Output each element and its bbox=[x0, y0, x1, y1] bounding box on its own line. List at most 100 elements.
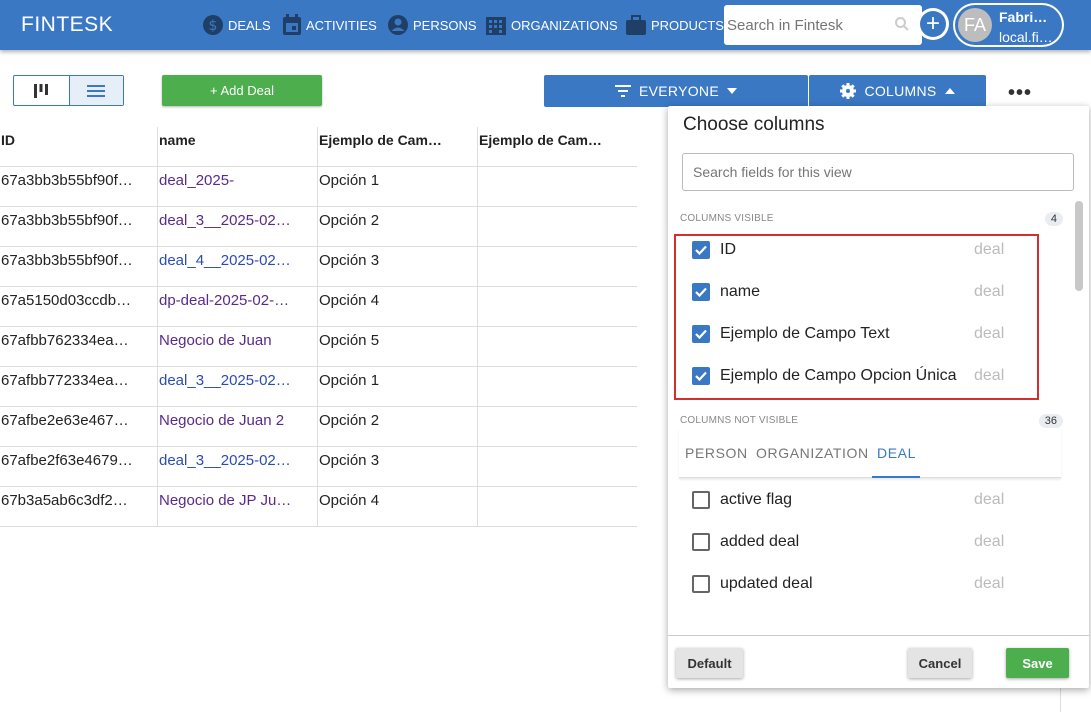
everyone-label: EVERYONE bbox=[639, 83, 719, 99]
gear-icon bbox=[840, 83, 857, 99]
nav-activities[interactable]: ACTIVITIES bbox=[282, 0, 377, 50]
panel-footer: Default Cancel Save bbox=[668, 635, 1089, 688]
brand-logo[interactable]: FINTESK bbox=[21, 13, 113, 37]
search-icon[interactable] bbox=[894, 16, 910, 32]
pipeline-view-button[interactable] bbox=[14, 76, 69, 105]
view-toggle bbox=[13, 75, 124, 106]
column-field-name: added deal bbox=[720, 533, 800, 550]
fields-search-input[interactable] bbox=[682, 153, 1074, 191]
table-cell bbox=[478, 167, 637, 206]
active-tab-indicator bbox=[872, 476, 920, 478]
save-button[interactable]: Save bbox=[1006, 648, 1069, 678]
nav-products[interactable]: PRODUCTS bbox=[625, 0, 724, 50]
deal-name-link[interactable]: deal_3__2025-02… bbox=[158, 207, 318, 246]
nav-products-label: PRODUCTS bbox=[651, 17, 724, 33]
add-deal-button[interactable]: + Add Deal bbox=[162, 75, 322, 106]
table-row[interactable]: 67afbe2e63e467… Negocio de Juan 2 Opción 2 bbox=[0, 407, 637, 447]
more-options-button[interactable]: ••• bbox=[1008, 82, 1032, 105]
panel-scrollbar-thumb[interactable] bbox=[1075, 201, 1083, 291]
table-row[interactable]: 67a3bb3b55bf90f… deal_2025- Opción 1 bbox=[0, 167, 637, 207]
nav-organizations[interactable]: ORGANIZATIONS bbox=[485, 0, 618, 50]
person-icon bbox=[388, 15, 408, 35]
columns-visible-label: COLUMNS VISIBLE bbox=[680, 213, 774, 224]
default-button[interactable]: Default bbox=[676, 648, 743, 678]
deal-name-link[interactable]: deal_3__2025-02… bbox=[158, 447, 318, 486]
column-field-type: deal bbox=[974, 367, 1005, 384]
global-search[interactable] bbox=[724, 5, 922, 45]
table-row[interactable]: 67afbb762334ea… Negocio de Juan Opción 5 bbox=[0, 327, 637, 367]
visible-column-item[interactable]: ID deal bbox=[668, 229, 1061, 271]
columns-button[interactable]: COLUMNS bbox=[809, 75, 986, 107]
nav-deals-label: DEALS bbox=[228, 17, 271, 33]
column-field-name: Ejemplo de Campo Opcion Única bbox=[720, 367, 957, 384]
hidden-column-item[interactable]: active flag deal bbox=[668, 479, 1061, 521]
checkbox-checked[interactable] bbox=[692, 283, 710, 301]
table-cell: Opción 4 bbox=[318, 487, 478, 526]
hidden-column-item[interactable]: updated deal deal bbox=[668, 563, 1061, 605]
column-field-type: deal bbox=[974, 575, 1005, 592]
visible-column-item[interactable]: Ejemplo de Campo Opcion Única deal bbox=[668, 355, 1061, 397]
cancel-button[interactable]: Cancel bbox=[908, 648, 972, 678]
table-cell: Opción 2 bbox=[318, 407, 478, 446]
table-cell: Opción 1 bbox=[318, 167, 478, 206]
table-row[interactable]: 67afbe2f63e4679… deal_3__2025-02… Opción 3 bbox=[0, 447, 637, 487]
column-header[interactable]: Ejemplo de Cam… bbox=[478, 127, 637, 166]
deal-name-link[interactable]: Negocio de JP Ju… bbox=[158, 487, 318, 526]
deal-name-link[interactable]: Negocio de Juan 2 bbox=[158, 407, 318, 446]
column-header[interactable]: Ejemplo de Cam… bbox=[318, 127, 478, 166]
checkbox-unchecked[interactable] bbox=[692, 491, 710, 509]
table-cell: Opción 2 bbox=[318, 207, 478, 246]
global-search-input[interactable] bbox=[727, 16, 887, 34]
table-cell bbox=[478, 287, 637, 326]
columns-visible-count: 4 bbox=[1044, 212, 1063, 226]
deal-name-link[interactable]: dp-deal-2025-02-… bbox=[158, 287, 318, 326]
deal-name-link[interactable]: deal_3__2025-02… bbox=[158, 367, 318, 406]
checkbox-checked[interactable] bbox=[692, 325, 710, 343]
checkbox-unchecked[interactable] bbox=[692, 575, 710, 593]
table-cell: Opción 5 bbox=[318, 327, 478, 366]
checkbox-unchecked[interactable] bbox=[692, 533, 710, 551]
columns-label: COLUMNS bbox=[864, 83, 937, 99]
check-icon bbox=[695, 371, 707, 382]
nav-activities-label: ACTIVITIES bbox=[306, 17, 377, 33]
table-row[interactable]: 67a5150d03ccdb… dp-deal-2025-02-… Opción 4 bbox=[0, 287, 637, 327]
nav-persons[interactable]: PERSONS bbox=[387, 0, 477, 50]
deal-name-link[interactable]: deal_4__2025-02… bbox=[158, 247, 318, 286]
table-cell: Opción 3 bbox=[318, 447, 478, 486]
table-cell: 67afbe2f63e4679… bbox=[0, 447, 158, 486]
column-field-type: deal bbox=[974, 283, 1005, 300]
table-cell: 67afbe2e63e467… bbox=[0, 407, 158, 446]
table-row[interactable]: 67a3bb3b55bf90f… deal_4__2025-02… Opción 3 bbox=[0, 247, 637, 287]
quick-add-button[interactable]: + bbox=[917, 8, 949, 40]
table-row[interactable]: 67b3a5ab6c3df2… Negocio de JP Ju… Opción 4 bbox=[0, 487, 637, 527]
choose-columns-panel: Choose columns COLUMNS VISIBLE 4 IDdealn… bbox=[668, 106, 1089, 688]
entity-tabs: PERSON ORGANIZATION DEAL bbox=[679, 428, 1061, 478]
everyone-filter-button[interactable]: EVERYONE bbox=[544, 75, 808, 107]
deal-name-link[interactable]: deal_2025- bbox=[158, 167, 318, 206]
hidden-column-item[interactable]: added deal deal bbox=[668, 521, 1061, 563]
tab-person[interactable]: PERSON bbox=[685, 445, 748, 461]
checkbox-checked[interactable] bbox=[692, 367, 710, 385]
column-field-name: ID bbox=[720, 241, 736, 258]
nav-deals[interactable]: $ DEALS bbox=[202, 0, 271, 50]
table-cell: 67a3bb3b55bf90f… bbox=[0, 247, 158, 286]
tab-deal[interactable]: DEAL bbox=[877, 445, 916, 461]
table-row[interactable]: 67afbb772334ea… deal_3__2025-02… Opción 1 bbox=[0, 367, 637, 407]
visible-column-item[interactable]: Ejemplo de Campo Text deal bbox=[668, 313, 1061, 355]
table-row[interactable]: 67a3bb3b55bf90f… deal_3__2025-02… Opción 2 bbox=[0, 207, 637, 247]
column-field-type: deal bbox=[974, 491, 1005, 508]
column-header[interactable]: name bbox=[158, 127, 318, 166]
table-cell bbox=[478, 207, 637, 246]
deal-name-link[interactable]: Negocio de Juan bbox=[158, 327, 318, 366]
column-header[interactable]: ID bbox=[0, 127, 158, 166]
list-view-button[interactable] bbox=[68, 76, 123, 105]
visible-column-item[interactable]: name deal bbox=[668, 271, 1061, 313]
tab-organization[interactable]: ORGANIZATION bbox=[756, 445, 869, 461]
deals-table: ID name Ejemplo de Cam… Ejemplo de Cam… … bbox=[0, 127, 637, 527]
nav-persons-label: PERSONS bbox=[413, 17, 477, 33]
user-menu[interactable]: FA Fabri… local.fi… bbox=[953, 3, 1064, 47]
checkbox-checked[interactable] bbox=[692, 241, 710, 259]
caret-down-icon bbox=[726, 88, 737, 94]
column-field-type: deal bbox=[974, 325, 1005, 342]
calendar-icon bbox=[283, 14, 301, 35]
